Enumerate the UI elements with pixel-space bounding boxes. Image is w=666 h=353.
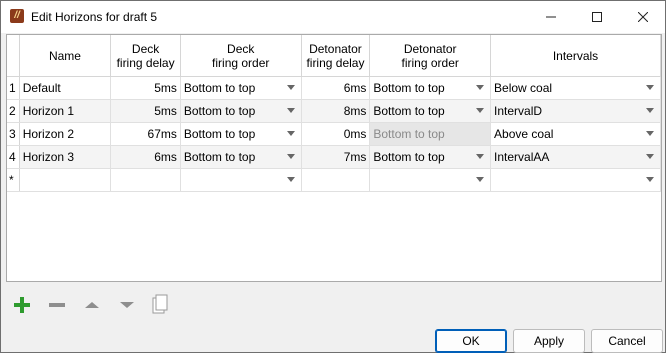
- remove-row-button[interactable]: [46, 293, 68, 317]
- det-delay-cell[interactable]: 8ms: [301, 99, 371, 123]
- dropdown-value: Bottom to top: [183, 81, 256, 95]
- minimize-button[interactable]: [528, 1, 574, 33]
- det-order-cell-disabled: Bottom to top: [369, 122, 492, 146]
- deck-order-dropdown[interactable]: Bottom to top: [180, 145, 302, 169]
- dropdown-value: Bottom to top: [183, 104, 256, 118]
- row-header-corner: [7, 35, 20, 77]
- deck-delay-cell[interactable]: 67ms: [110, 122, 181, 146]
- interval-dropdown[interactable]: IntervalAA: [490, 145, 661, 169]
- window-title: Edit Horizons for draft 5: [31, 10, 158, 24]
- minus-icon: [49, 303, 65, 307]
- det-delay-cell[interactable]: [301, 168, 371, 192]
- edit-horizons-dialog: // Edit Horizons for draft 5 Name Deck fi…: [0, 0, 666, 353]
- dropdown-arrow-icon[interactable]: [646, 108, 654, 113]
- dropdown-arrow-icon[interactable]: [646, 131, 654, 136]
- maximize-button[interactable]: [574, 1, 620, 33]
- det-order-dropdown[interactable]: [369, 168, 492, 192]
- deck-order-dropdown[interactable]: Bottom to top: [180, 122, 302, 146]
- arrow-down-icon: [120, 302, 134, 308]
- interval-dropdown[interactable]: Below coal: [490, 76, 661, 100]
- dropdown-arrow-icon[interactable]: [646, 154, 654, 159]
- name-cell[interactable]: Horizon 2: [19, 122, 112, 146]
- name-cell[interactable]: Default: [19, 76, 112, 100]
- plus-icon: [14, 297, 30, 313]
- name-cell[interactable]: Horizon 3: [19, 145, 112, 169]
- ok-button[interactable]: OK: [435, 329, 507, 353]
- table-row: 2 Horizon 1 5ms Bottom to top 8ms Bottom…: [7, 99, 661, 123]
- copy-icon: [152, 294, 168, 314]
- copy-row-button[interactable]: [149, 293, 171, 317]
- dropdown-arrow-icon[interactable]: [646, 85, 654, 90]
- col-header-name[interactable]: Name: [19, 35, 112, 77]
- dropdown-arrow-icon[interactable]: [286, 108, 295, 113]
- apply-button[interactable]: Apply: [513, 329, 585, 353]
- dropdown-value: Bottom to top: [373, 104, 445, 118]
- dropdown-value: Bottom to top: [373, 150, 445, 164]
- maximize-icon: [592, 12, 602, 22]
- dropdown-arrow-icon[interactable]: [476, 108, 485, 113]
- cancel-button[interactable]: Cancel: [591, 329, 663, 353]
- row-number[interactable]: 2: [7, 99, 20, 123]
- row-number[interactable]: 3: [7, 122, 20, 146]
- deck-order-dropdown[interactable]: [180, 168, 302, 192]
- close-icon: [638, 12, 648, 22]
- interval-dropdown[interactable]: Above coal: [490, 122, 661, 146]
- dropdown-value: Bottom to top: [183, 127, 256, 141]
- col-header-deck-delay[interactable]: Deck firing delay: [110, 35, 181, 77]
- move-up-button[interactable]: [81, 293, 103, 317]
- dropdown-value: IntervalAA: [494, 150, 550, 164]
- table-row: 4 Horizon 3 6ms Bottom to top 7ms Bottom…: [7, 145, 661, 169]
- col-header-det-delay[interactable]: Detonator firing delay: [301, 35, 371, 77]
- interval-dropdown[interactable]: [490, 168, 661, 192]
- dropdown-arrow-icon[interactable]: [646, 177, 654, 182]
- det-order-dropdown[interactable]: Bottom to top: [369, 76, 492, 100]
- deck-delay-cell[interactable]: [110, 168, 181, 192]
- row-number[interactable]: 1: [7, 76, 20, 100]
- col-header-det-order[interactable]: Detonator firing order: [369, 35, 492, 77]
- name-cell[interactable]: Horizon 1: [19, 99, 112, 123]
- det-delay-cell[interactable]: 7ms: [301, 145, 371, 169]
- name-cell[interactable]: [19, 168, 112, 192]
- deck-delay-cell[interactable]: 5ms: [110, 76, 181, 100]
- dropdown-value: IntervalD: [494, 104, 543, 118]
- new-row: *: [7, 168, 661, 192]
- det-order-dropdown[interactable]: Bottom to top: [369, 145, 492, 169]
- move-down-button[interactable]: [116, 293, 138, 317]
- dropdown-value: Bottom to top: [183, 150, 256, 164]
- dropdown-arrow-icon[interactable]: [286, 131, 295, 136]
- app-icon: //: [10, 9, 24, 23]
- dropdown-arrow-icon[interactable]: [476, 85, 485, 90]
- dropdown-arrow-icon[interactable]: [286, 85, 295, 90]
- dropdown-arrow-icon[interactable]: [286, 177, 295, 182]
- det-delay-cell[interactable]: 0ms: [301, 122, 371, 146]
- interval-dropdown[interactable]: IntervalD: [490, 99, 661, 123]
- table-row: 3 Horizon 2 67ms Bottom to top 0ms Botto…: [7, 122, 661, 146]
- dropdown-value: Bottom to top: [373, 81, 445, 95]
- add-row-button[interactable]: [11, 293, 33, 317]
- dropdown-arrow-icon[interactable]: [286, 154, 295, 159]
- deck-delay-cell[interactable]: 5ms: [110, 99, 181, 123]
- horizons-table: Name Deck firing delay Deck firing order D…: [7, 35, 661, 192]
- arrow-up-icon: [85, 302, 99, 308]
- dropdown-value: Below coal: [494, 81, 553, 95]
- dropdown-arrow-icon[interactable]: [476, 154, 485, 159]
- title-bar: // Edit Horizons for draft 5: [1, 1, 665, 33]
- deck-delay-cell[interactable]: 6ms: [110, 145, 181, 169]
- deck-order-dropdown[interactable]: Bottom to top: [180, 99, 302, 123]
- close-button[interactable]: [620, 1, 666, 33]
- dropdown-arrow-icon[interactable]: [476, 177, 485, 182]
- horizons-grid: Name Deck firing delay Deck firing order D…: [6, 34, 662, 282]
- minimize-icon: [546, 16, 556, 18]
- deck-order-dropdown[interactable]: Bottom to top: [180, 76, 302, 100]
- row-number[interactable]: 4: [7, 145, 20, 169]
- col-header-intervals[interactable]: Intervals: [490, 35, 661, 77]
- table-row: 1 Default 5ms Bottom to top 6ms Bottom t…: [7, 76, 661, 100]
- new-row-marker[interactable]: *: [7, 168, 20, 192]
- det-order-dropdown[interactable]: Bottom to top: [369, 99, 492, 123]
- det-delay-cell[interactable]: 6ms: [301, 76, 371, 100]
- col-header-deck-order[interactable]: Deck firing order: [180, 35, 302, 77]
- dropdown-value: Above coal: [494, 127, 554, 141]
